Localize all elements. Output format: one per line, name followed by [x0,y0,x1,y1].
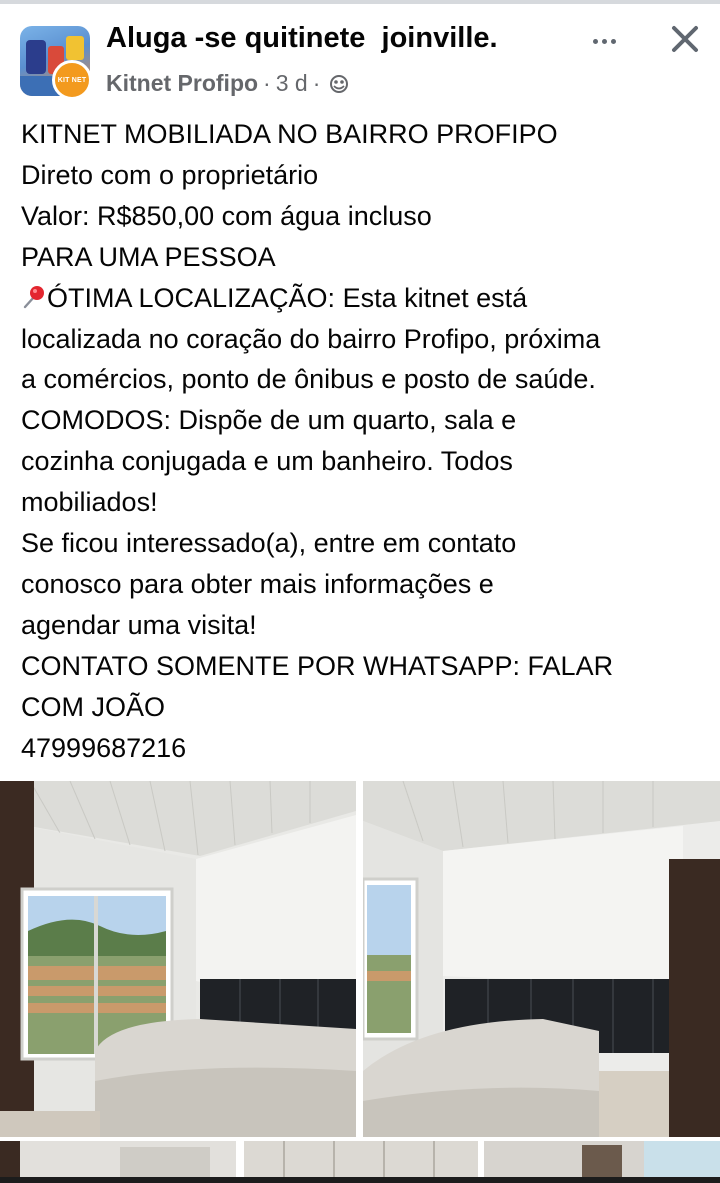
bedroom-photo-1[interactable] [0,781,356,1137]
author-avatar[interactable]: KIT NET [52,60,92,100]
post-header: KIT NET Aluga -se quitinete joinville. K… [0,18,720,104]
post-line: localizada no coração do bairro Profipo,… [21,323,601,354]
group-avatar[interactable]: KIT NET [20,26,92,100]
post-line: Direto com o proprietário [21,159,319,190]
post-line-location: ÓTIMA LOCALIZAÇÃO: Esta kitnet está [21,278,711,319]
post-line: a comércios, ponto de ônibus e posto de … [21,364,596,395]
meta-separator: · [263,70,271,96]
photo-thumbnail-4[interactable] [244,1141,478,1179]
round-pushpin-icon [23,285,44,308]
post-meta: Kitnet Profipo · 3 d · [106,70,349,97]
post-line: mobiliados! [21,487,158,518]
post-line: CONTATO SOMENTE POR WHATSAPP: FALAR [21,650,614,681]
more-options-icon[interactable] [584,26,624,56]
bedroom-photo-2[interactable] [363,781,720,1137]
post-body: KITNET MOBILIADA NO BAIRRO PROFIPO Diret… [21,114,711,769]
close-icon[interactable] [666,20,704,58]
post-line: PARA UMA PESSOA [21,241,276,272]
post-line: Valor: R$850,00 com água incluso [21,200,432,231]
group-title[interactable]: Aluga -se quitinete joinville. [106,22,498,55]
photo-thumbnail-3[interactable] [0,1141,236,1179]
globe-icon [330,74,349,93]
post-line: conosco para obter mais informações e [21,568,494,599]
author-name[interactable]: Kitnet Profipo [106,70,258,97]
author-avatar-label: KIT NET [57,76,87,84]
photo-grid [0,781,720,1183]
post-line: cozinha conjugada e um banheiro. Todos [21,446,513,477]
post-line: COM JOÃO [21,691,166,722]
post-line: COMODOS: Dispõe de um quarto, sala e [21,405,517,436]
bottom-edge [0,1177,720,1183]
post-time[interactable]: 3 d [276,70,308,97]
top-divider [0,0,720,4]
post-line: agendar uma visita! [21,609,257,640]
location-text: ÓTIMA LOCALIZAÇÃO: Esta kitnet está [47,282,528,313]
meta-separator: · [312,70,321,96]
post-line: KITNET MOBILIADA NO BAIRRO PROFIPO [21,119,558,149]
post-line: Se ficou interessado(a), entre em contat… [21,528,517,559]
phone-number[interactable]: 47999687216 [21,728,711,769]
photo-thumbnail-5[interactable] [484,1141,720,1179]
